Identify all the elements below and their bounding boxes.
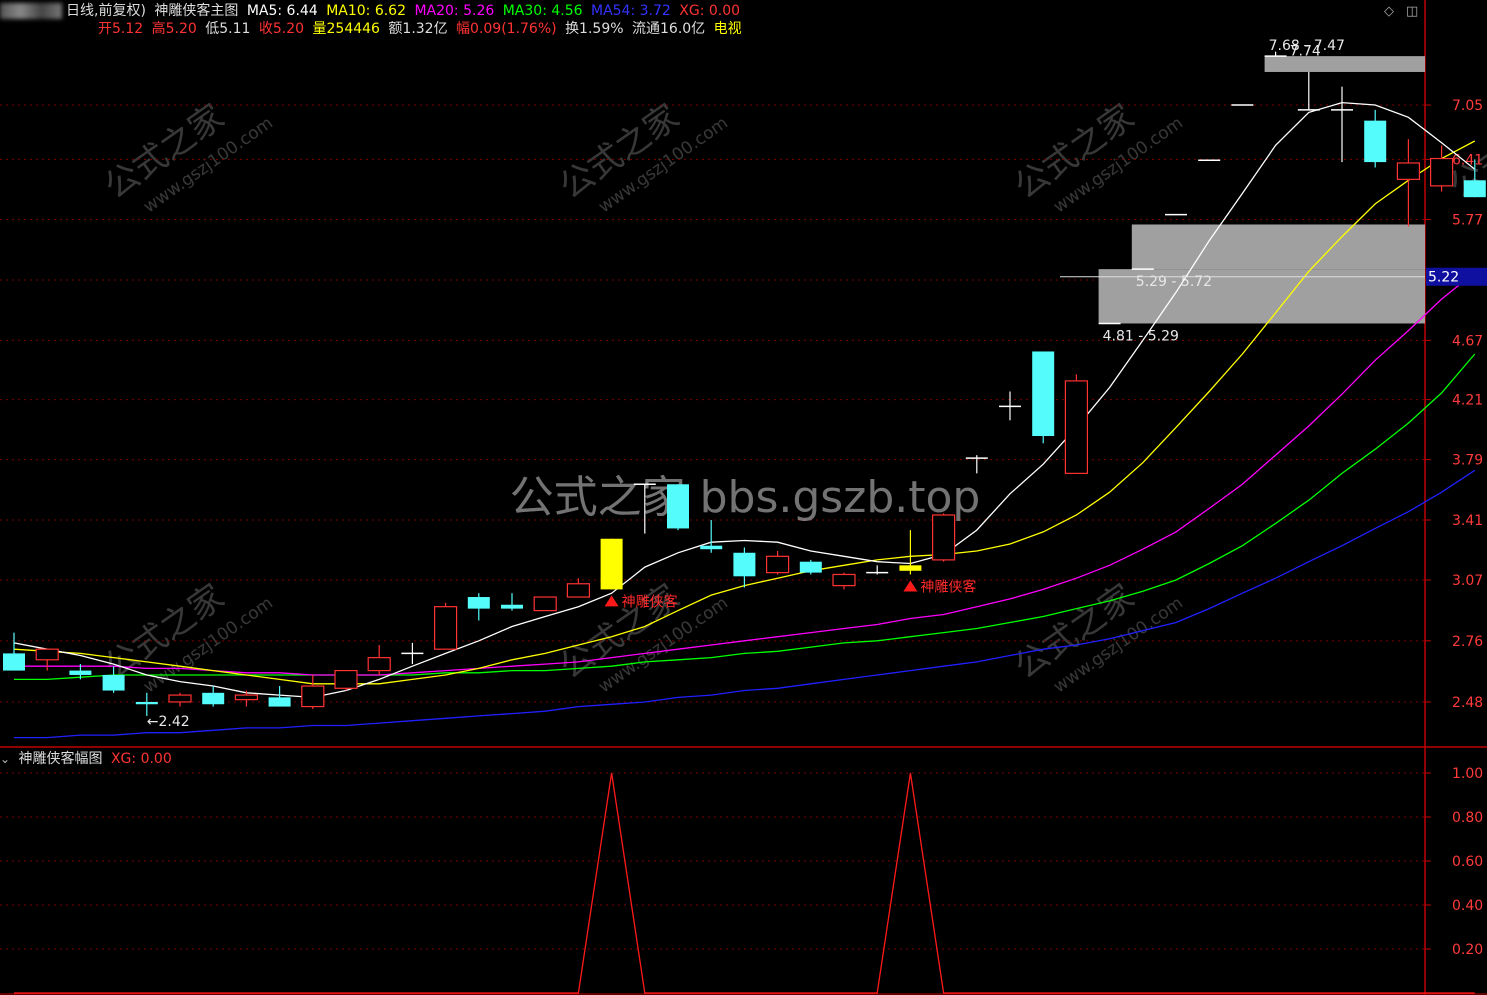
candle-body[interactable]	[1463, 180, 1486, 198]
signal-label: 神雕侠客	[622, 593, 678, 610]
y-tick-label: 3.79	[1452, 453, 1483, 469]
watermark-tile: 公式之家www.gszj100.com	[552, 97, 732, 218]
candle-body[interactable]	[234, 694, 258, 701]
sub-y-tick-label: 0.60	[1452, 854, 1483, 870]
watermark-tile: 公式之家www.gszj100.com	[1007, 97, 1187, 218]
watermark-main: 公式之家 bbs.gszb.top	[510, 472, 981, 523]
candle-body[interactable]	[799, 561, 822, 573]
signal-triangle	[903, 580, 918, 592]
candle-body[interactable]	[102, 674, 125, 691]
watermark-tile: 公式之家www.gszj100.com	[1007, 577, 1187, 698]
indicator-name[interactable]: 神雕侠客主图	[154, 3, 238, 19]
candle-body[interactable]	[566, 583, 591, 598]
candle-body[interactable]	[1064, 380, 1089, 474]
candle-body[interactable]	[3, 653, 25, 671]
last-price-label: 5.22	[1428, 270, 1459, 286]
quote-header: 开5.12 高5.20 低5.11 收5.20 量254446 额1.32亿 幅…	[98, 20, 746, 38]
change: 幅0.09(1.76%)	[456, 21, 557, 37]
main-chart-header: 日线,前复权) 神雕侠客主图 MA5: 6.44 MA10: 6.62 MA20…	[0, 2, 744, 20]
candle-body[interactable]	[135, 701, 158, 705]
signal-label: 神雕侠客	[920, 578, 976, 595]
sub-chart-header: ⌄ 神雕侠客幅图 XG: 0.00	[0, 750, 176, 768]
candle-body[interactable]	[202, 692, 225, 705]
chevron-down-icon[interactable]: ⌄	[0, 752, 10, 766]
candle-body[interactable]	[467, 597, 490, 609]
candle-body[interactable]	[367, 657, 391, 672]
ma5-value: MA5: 6.44	[246, 3, 318, 19]
candle-body[interactable]	[1396, 162, 1421, 180]
diamond-icon[interactable]: ◇	[1384, 4, 1394, 19]
sub-y-tick-label: 0.80	[1452, 810, 1483, 826]
sub-y-tick-label: 0.40	[1452, 898, 1483, 914]
ma20-value: MA20: 5.26	[414, 3, 495, 19]
xg-value: XG: 0.00	[679, 3, 741, 19]
candle-body[interactable]	[1032, 351, 1055, 437]
ma54-value: MA54: 3.72	[590, 3, 671, 19]
open-price: 开5.12	[98, 21, 144, 37]
y-tick-label: 3.07	[1452, 573, 1483, 589]
amount: 额1.32亿	[388, 21, 448, 37]
ma10-value: MA10: 6.62	[326, 3, 406, 19]
sub-indicator-name[interactable]: 神雕侠客幅图	[19, 751, 103, 767]
candle-body[interactable]	[434, 606, 458, 650]
candle-body[interactable]	[301, 685, 325, 708]
candle-body[interactable]	[765, 555, 790, 574]
candle-body[interactable]	[600, 538, 623, 590]
signal-triangle	[604, 595, 619, 607]
candle-body[interactable]	[700, 545, 723, 550]
y-tick-label: 4.21	[1452, 393, 1483, 409]
y-tick-label: 3.41	[1452, 513, 1483, 529]
y-tick-label: 4.67	[1452, 333, 1483, 349]
candle-body[interactable]	[501, 604, 523, 609]
candle-body[interactable]	[832, 573, 856, 587]
xg-line	[14, 772, 1475, 994]
candle-body[interactable]	[69, 670, 92, 675]
sub-y-tick-label: 1.00	[1452, 766, 1483, 782]
price-annotation: ←2.42	[147, 714, 190, 730]
ma30-value: MA30: 4.56	[502, 3, 583, 19]
watermark-tile: 公式之家www.gszj100.com	[97, 97, 277, 218]
candle-body[interactable]	[334, 669, 358, 689]
y-tick-label: 2.76	[1452, 634, 1483, 650]
sector-tag[interactable]: 电视	[714, 21, 742, 37]
kline-chart[interactable]: 公式之家www.gszj100.com 公式之家www.gszj100.com 公式…	[0, 0, 1487, 995]
watermark-tile: 公式之家www.gszj100.com	[552, 577, 732, 698]
stock-name-blurred	[0, 3, 62, 19]
candle-body[interactable]	[733, 552, 756, 577]
turnover: 换1.59%	[565, 21, 624, 37]
sub-y-tick-label: 0.20	[1452, 942, 1483, 958]
low-price: 低5.11	[205, 21, 251, 37]
y-tick-label: 7.05	[1452, 98, 1483, 114]
period-label: 日线,前复权)	[66, 3, 146, 19]
sub-xg-value: XG: 0.00	[110, 751, 172, 767]
candle-body[interactable]	[1429, 157, 1454, 187]
window-icon[interactable]: ◫	[1406, 4, 1418, 19]
candle-body[interactable]	[35, 648, 59, 661]
ma10-line	[13, 140, 1476, 685]
float-cap: 流通16.0亿	[632, 21, 706, 37]
zone-label: 4.81 - 5.29	[1103, 328, 1179, 344]
price-annotation: 7.74	[1290, 44, 1321, 60]
zone-box	[1131, 224, 1425, 270]
candle-body[interactable]	[268, 697, 291, 707]
candle-body[interactable]	[533, 596, 557, 612]
candle-body[interactable]	[168, 694, 192, 703]
candle-body[interactable]	[931, 514, 956, 561]
y-tick-label: 2.48	[1452, 695, 1483, 711]
y-tick-label: 5.77	[1452, 213, 1483, 229]
candle-body[interactable]	[899, 565, 922, 571]
close-price: 收5.20	[258, 21, 305, 37]
candle-body[interactable]	[1364, 120, 1387, 163]
candle-body[interactable]	[667, 484, 689, 529]
volume: 量254446	[312, 21, 380, 37]
high-price: 高5.20	[151, 21, 197, 37]
